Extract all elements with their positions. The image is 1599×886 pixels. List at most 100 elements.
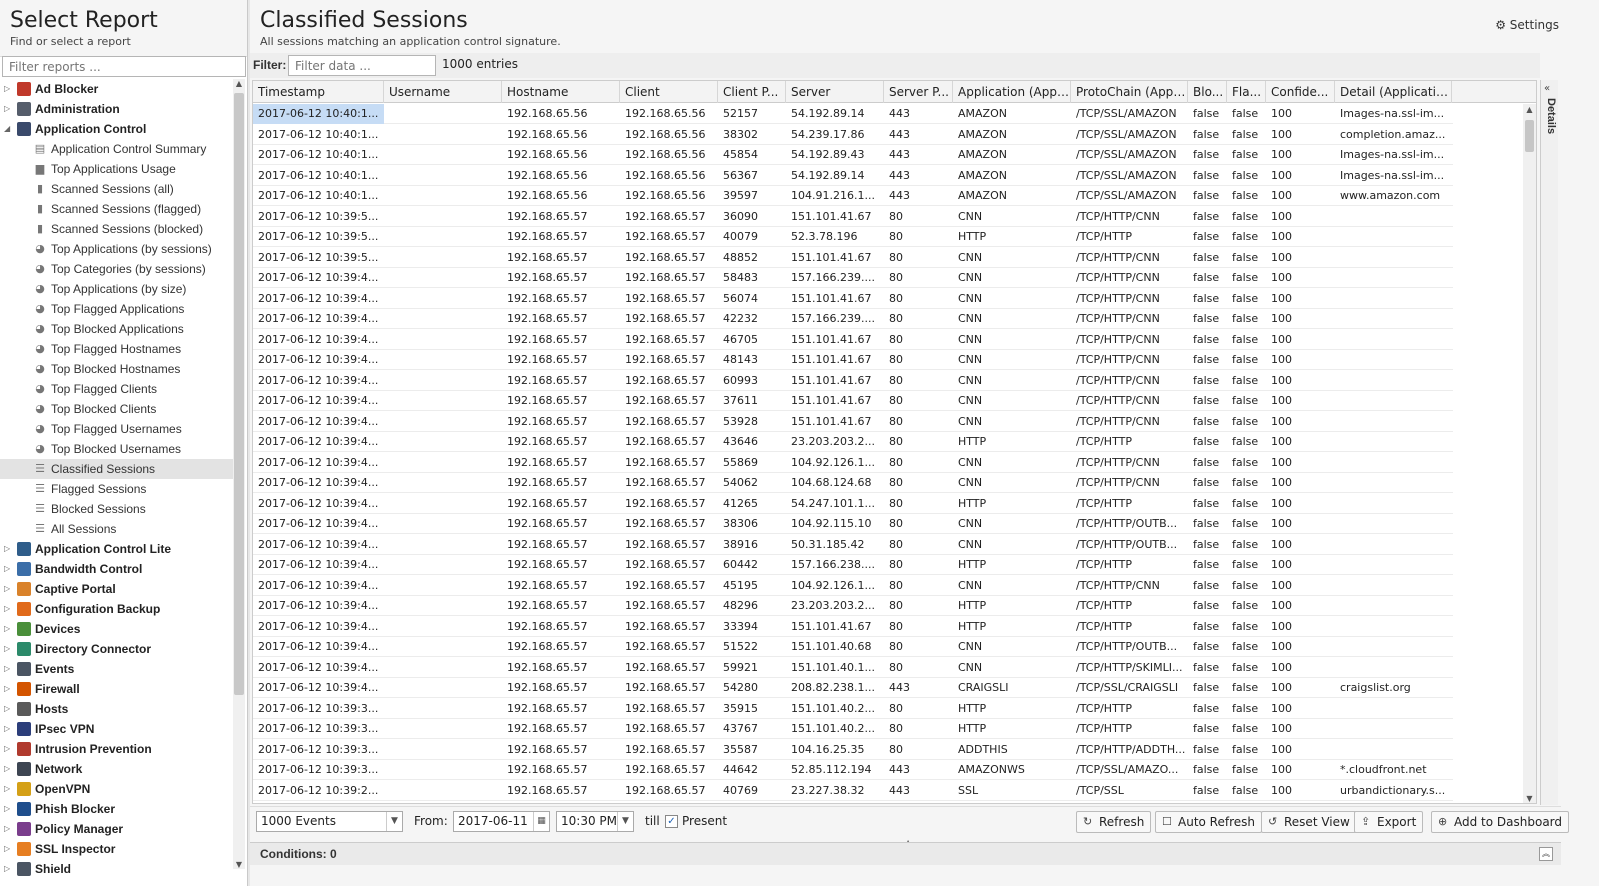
column-header[interactable]: Timestamp (253, 81, 384, 103)
column-header[interactable]: Client P... (718, 81, 786, 103)
table-row[interactable]: 2017-06-12 10:39:4... 192.168.65.57 192.16… (253, 453, 1453, 473)
filter-data-input[interactable] (288, 55, 436, 76)
column-header[interactable]: Blo... (1188, 81, 1227, 103)
from-time-select[interactable]: 10:30 PM ▼ (556, 811, 634, 832)
column-header[interactable]: Application (Appli... (953, 81, 1071, 103)
table-row[interactable]: 2017-06-12 10:40:1... 192.168.65.56 192.16… (253, 186, 1453, 206)
tree-report-item[interactable]: ▮ Scanned Sessions (blocked) (0, 219, 236, 239)
tree-report-item[interactable]: ◕ Top Blocked Usernames (0, 439, 236, 459)
column-header[interactable]: Username (384, 81, 502, 103)
table-row[interactable]: 2017-06-12 10:39:4... 192.168.65.57 192.16… (253, 473, 1453, 493)
table-row[interactable]: 2017-06-12 10:39:5... 192.168.65.57 192.16… (253, 248, 1453, 268)
scrollbar-thumb[interactable] (234, 93, 244, 695)
details-panel-collapsed[interactable]: « Details (1540, 80, 1558, 805)
table-row[interactable]: 2017-06-12 10:39:4... 192.168.65.57 192.16… (253, 637, 1453, 657)
table-row[interactable]: 2017-06-12 10:39:3... 192.168.65.57 192.16… (253, 719, 1453, 739)
scrollbar-thumb[interactable] (1525, 120, 1534, 152)
collapsed-arrow-icon[interactable]: ▷ (4, 739, 14, 759)
collapsed-arrow-icon[interactable]: ▷ (4, 99, 14, 119)
collapsed-arrow-icon[interactable]: ▷ (4, 759, 14, 779)
tree-app-node[interactable]: ▷ Intrusion Prevention (0, 739, 236, 759)
collapsed-arrow-icon[interactable]: ▷ (4, 719, 14, 739)
tree-app-node[interactable]: ▷ Administration (0, 99, 236, 119)
add-to-dashboard-button[interactable]: ⊕ Add to Dashboard (1431, 811, 1570, 833)
table-row[interactable]: 2017-06-12 10:39:5... 192.168.65.57 192.16… (253, 207, 1453, 227)
tree-app-node[interactable]: ▷ IPsec VPN (0, 719, 236, 739)
table-row[interactable]: 2017-06-12 10:40:1... 192.168.65.56 192.16… (253, 145, 1453, 165)
tree-app-node[interactable]: ▷ Shield (0, 859, 236, 879)
tree-report-item[interactable]: ◕ Top Blocked Applications (0, 319, 236, 339)
tree-app-node[interactable]: ▷ Bandwidth Control (0, 559, 236, 579)
tree-report-item[interactable]: ☰ Classified Sessions (0, 459, 236, 479)
collapsed-arrow-icon[interactable]: ▷ (4, 619, 14, 639)
tree-report-item[interactable]: ◕ Top Flagged Hostnames (0, 339, 236, 359)
export-button[interactable]: ⇪ Export (1354, 811, 1424, 833)
table-row[interactable]: 2017-06-12 10:39:4... 192.168.65.57 192.16… (253, 289, 1453, 309)
from-date-field[interactable]: 2017-06-11 ▦ (453, 811, 550, 832)
scroll-down-arrow-icon[interactable]: ▼ (233, 860, 245, 869)
reset-view-button[interactable]: ↺ Reset View (1261, 811, 1357, 833)
tree-report-item[interactable]: ◕ Top Categories (by sessions) (0, 259, 236, 279)
tree-report-item[interactable]: ◕ Top Flagged Applications (0, 299, 236, 319)
tree-app-node[interactable]: ▷ Policy Manager (0, 819, 236, 839)
grid-scrollbar[interactable]: ▲ ▼ (1523, 104, 1536, 803)
table-row[interactable]: 2017-06-12 10:39:4... 192.168.65.57 192.16… (253, 596, 1453, 616)
tree-report-item[interactable]: ◕ Top Applications (by size) (0, 279, 236, 299)
tree-report-item[interactable]: ☰ Blocked Sessions (0, 499, 236, 519)
chevron-down-icon[interactable]: ▼ (617, 812, 633, 831)
table-row[interactable]: 2017-06-12 10:39:4... 192.168.65.57 192.16… (253, 576, 1453, 596)
table-row[interactable]: 2017-06-12 10:40:1... 192.168.65.56 192.16… (253, 125, 1453, 145)
tree-report-item[interactable]: ▤ Application Control Summary (0, 139, 236, 159)
table-row[interactable]: 2017-06-12 10:39:4... 192.168.65.57 192.16… (253, 371, 1453, 391)
column-header[interactable]: Hostname (502, 81, 620, 103)
collapsed-arrow-icon[interactable]: ▷ (4, 779, 14, 799)
tree-report-item[interactable]: ▮ Scanned Sessions (flagged) (0, 199, 236, 219)
table-row[interactable]: 2017-06-12 10:39:4... 192.168.65.57 192.16… (253, 617, 1453, 637)
conditions-bar[interactable]: Conditions: 0 ︽ (250, 842, 1561, 865)
tree-report-item[interactable]: ◕ Top Blocked Clients (0, 399, 236, 419)
column-header[interactable]: Fla... (1227, 81, 1266, 103)
scroll-up-arrow-icon[interactable]: ▲ (1523, 105, 1536, 114)
collapsed-arrow-icon[interactable]: ▷ (4, 559, 14, 579)
table-row[interactable]: 2017-06-12 10:39:4... 192.168.65.57 192.16… (253, 432, 1453, 452)
present-checkbox[interactable]: ✓ (665, 815, 678, 828)
table-row[interactable]: 2017-06-12 10:39:3... 192.168.65.57 192.16… (253, 760, 1453, 780)
column-header[interactable]: Server P... (884, 81, 953, 103)
expanded-arrow-icon[interactable]: ◢ (4, 119, 14, 139)
table-row[interactable]: 2017-06-12 10:39:4... 192.168.65.57 192.16… (253, 309, 1453, 329)
column-header[interactable]: Server (786, 81, 884, 103)
scroll-down-arrow-icon[interactable]: ▼ (1523, 794, 1536, 803)
collapsed-arrow-icon[interactable]: ▷ (4, 659, 14, 679)
tree-app-node[interactable]: ▷ Ad Blocker (0, 79, 236, 99)
table-row[interactable]: 2017-06-12 10:39:3... 192.168.65.57 192.16… (253, 740, 1453, 760)
tree-report-item[interactable]: ◕ Top Flagged Clients (0, 379, 236, 399)
auto-refresh-button[interactable]: ☐ Auto Refresh (1155, 811, 1262, 833)
collapsed-arrow-icon[interactable]: ▷ (4, 539, 14, 559)
chevron-down-icon[interactable]: ▼ (386, 812, 402, 831)
table-row[interactable]: 2017-06-12 10:39:4... 192.168.65.57 192.16… (253, 412, 1453, 432)
tree-report-item[interactable]: ▆ Top Applications Usage (0, 159, 236, 179)
table-row[interactable]: 2017-06-12 10:39:4... 192.168.65.57 192.16… (253, 330, 1453, 350)
column-header[interactable]: Detail (Applicatio... (1335, 81, 1452, 103)
collapsed-arrow-icon[interactable]: ▷ (4, 799, 14, 819)
scroll-up-arrow-icon[interactable]: ▲ (233, 79, 245, 88)
table-row[interactable]: 2017-06-12 10:40:1... 192.168.65.56 192.16… (253, 104, 1453, 124)
expand-up-icon[interactable]: ︽ (1539, 847, 1553, 861)
tree-app-node[interactable]: ▷ SSL Inspector (0, 839, 236, 859)
tree-app-node[interactable]: ▷ Application Control Lite (0, 539, 236, 559)
table-row[interactable]: 2017-06-12 10:39:4... 192.168.65.57 192.16… (253, 678, 1453, 698)
table-row[interactable]: 2017-06-12 10:39:3... 192.168.65.57 192.16… (253, 699, 1453, 719)
column-header[interactable]: Confide... (1266, 81, 1335, 103)
collapsed-arrow-icon[interactable]: ▷ (4, 839, 14, 859)
calendar-icon[interactable]: ▦ (533, 812, 549, 831)
collapsed-arrow-icon[interactable]: ▷ (4, 79, 14, 99)
tree-report-item[interactable]: ◕ Top Applications (by sessions) (0, 239, 236, 259)
settings-button[interactable]: ⚙ Settings (1495, 18, 1559, 32)
collapsed-arrow-icon[interactable]: ▷ (4, 699, 14, 719)
tree-app-node[interactable]: ▷ Firewall (0, 679, 236, 699)
tree-app-node[interactable]: ▷ Devices (0, 619, 236, 639)
table-row[interactable]: 2017-06-12 10:39:5... 192.168.65.57 192.16… (253, 227, 1453, 247)
tree-report-item[interactable]: ☰ All Sessions (0, 519, 236, 539)
tree-report-item[interactable]: ☰ Flagged Sessions (0, 479, 236, 499)
collapsed-arrow-icon[interactable]: ▷ (4, 579, 14, 599)
